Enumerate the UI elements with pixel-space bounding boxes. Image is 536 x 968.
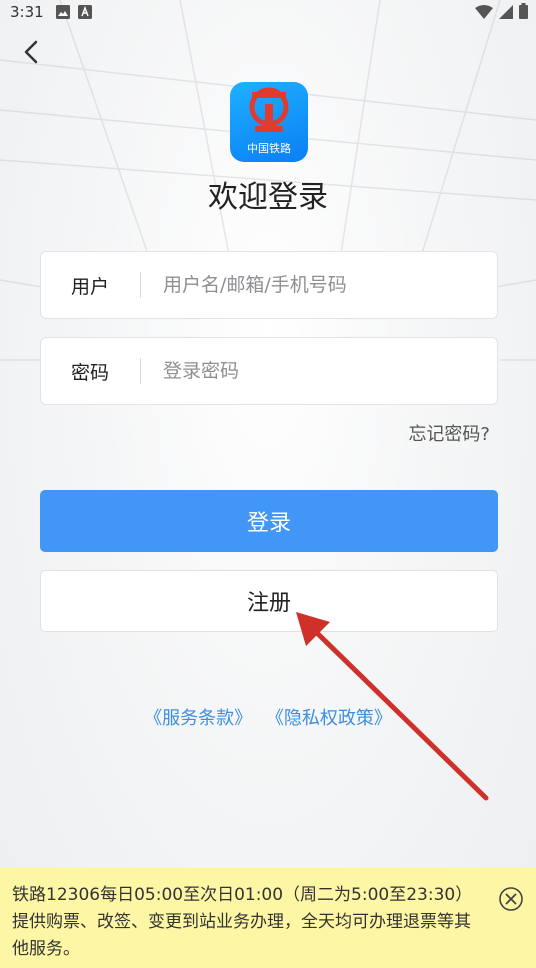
password-input[interactable] [141, 359, 497, 383]
privacy-policy-link[interactable]: 《隐私权政策》 [266, 708, 392, 729]
close-notice-button[interactable] [498, 886, 524, 912]
close-circle-icon [499, 887, 523, 911]
policy-links: 《服务条款》 《隐私权政策》 [0, 704, 536, 730]
login-button[interactable]: 登录 [40, 490, 498, 552]
page-title: 欢迎登录 [208, 180, 328, 215]
chevron-left-icon [24, 40, 38, 64]
status-time: 3:31 [10, 3, 44, 21]
back-button[interactable] [18, 36, 46, 68]
forgot-password-link[interactable]: 忘记密码? [408, 420, 490, 446]
signal-icon [499, 4, 513, 23]
username-label: 用户 [71, 275, 110, 298]
app-logo: 中国铁路 [230, 82, 308, 162]
china-railway-emblem-icon [249, 87, 289, 132]
terms-of-service-link[interactable]: 《服务条款》 [144, 708, 252, 729]
status-bar: 3:31 [0, 0, 536, 24]
image-notification-icon [56, 4, 70, 23]
battery-icon [519, 3, 528, 23]
password-label: 密码 [71, 361, 110, 384]
notice-text: 铁路12306每日05:00至次日01:00（周二为5:00至23:30）提供购… [12, 885, 473, 959]
logo-text: 中国铁路 [247, 142, 291, 155]
app-notification-icon [78, 4, 92, 23]
password-field: 密码 [40, 337, 498, 405]
service-notice-banner: 铁路12306每日05:00至次日01:00（周二为5:00至23:30）提供购… [0, 868, 536, 968]
register-button[interactable]: 注册 [40, 570, 498, 632]
username-input[interactable] [141, 273, 497, 297]
wifi-icon [475, 4, 493, 23]
username-field: 用户 [40, 251, 498, 319]
